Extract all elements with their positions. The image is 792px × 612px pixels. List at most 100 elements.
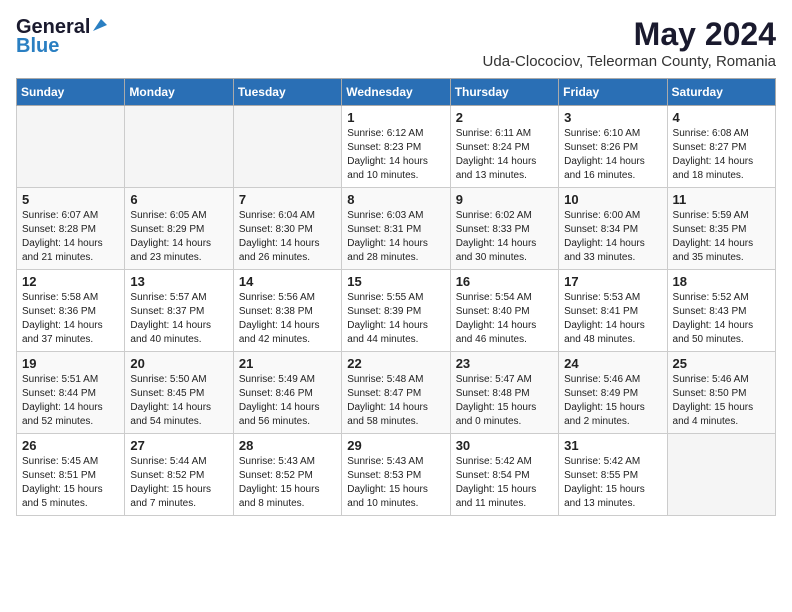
day-cell: 16 Sunrise: 5:54 AMSunset: 8:40 PMDayligh… [450, 270, 558, 352]
day-info: Sunrise: 5:42 AMSunset: 8:55 PMDaylight:… [564, 455, 661, 511]
day-cell: 1 Sunrise: 6:12 AMSunset: 8:23 PMDaylight… [342, 106, 450, 188]
day-number: 5 [22, 192, 119, 207]
week-row-5: 26 Sunrise: 5:45 AMSunset: 8:51 PMDayligh… [17, 434, 776, 516]
month-year: May 2024 [483, 16, 776, 53]
day-header-friday: Friday [559, 79, 667, 106]
day-info: Sunrise: 5:56 AMSunset: 8:38 PMDaylight:… [239, 291, 336, 347]
day-cell [17, 106, 125, 188]
day-info: Sunrise: 5:55 AMSunset: 8:39 PMDaylight:… [347, 291, 444, 347]
day-info: Sunrise: 5:50 AMSunset: 8:45 PMDaylight:… [130, 373, 227, 429]
location: Uda-Clocociov, Teleorman County, Romania [483, 53, 776, 70]
day-cell: 22 Sunrise: 5:48 AMSunset: 8:47 PMDayligh… [342, 352, 450, 434]
day-info: Sunrise: 5:58 AMSunset: 8:36 PMDaylight:… [22, 291, 119, 347]
day-number: 16 [456, 274, 553, 289]
day-info: Sunrise: 5:46 AMSunset: 8:49 PMDaylight:… [564, 373, 661, 429]
day-info: Sunrise: 6:02 AMSunset: 8:33 PMDaylight:… [456, 209, 553, 265]
day-header-monday: Monday [125, 79, 233, 106]
day-cell: 19Sunrise: 5:51 AMSunset: 8:44 PMDayligh… [17, 352, 125, 434]
day-info: Sunrise: 5:57 AMSunset: 8:37 PMDaylight:… [130, 291, 227, 347]
day-info: Sunrise: 5:59 AMSunset: 8:35 PMDaylight:… [673, 209, 770, 265]
day-cell [233, 106, 341, 188]
day-cell: 11 Sunrise: 5:59 AMSunset: 8:35 PMDayligh… [667, 188, 775, 270]
day-number: 22 [347, 356, 444, 371]
day-cell: 10 Sunrise: 6:00 AMSunset: 8:34 PMDayligh… [559, 188, 667, 270]
day-number: 14 [239, 274, 336, 289]
day-number: 8 [347, 192, 444, 207]
day-info: Sunrise: 5:45 AMSunset: 8:51 PMDaylight:… [22, 455, 119, 511]
day-number: 3 [564, 110, 661, 125]
calendar-body: 1 Sunrise: 6:12 AMSunset: 8:23 PMDaylight… [17, 106, 776, 516]
day-cell: 15 Sunrise: 5:55 AMSunset: 8:39 PMDayligh… [342, 270, 450, 352]
day-cell [667, 434, 775, 516]
day-number: 27 [130, 438, 227, 453]
day-info: Sunrise: 6:07 AMSunset: 8:28 PMDaylight:… [22, 209, 119, 265]
day-number: 12 [22, 274, 119, 289]
day-info: Sunrise: 5:44 AMSunset: 8:52 PMDaylight:… [130, 455, 227, 511]
day-info: Sunrise: 5:46 AMSunset: 8:50 PMDaylight:… [673, 373, 770, 429]
title-block: May 2024 Uda-Clocociov, Teleorman County… [483, 16, 776, 70]
calendar-header-row: SundayMondayTuesdayWednesdayThursdayFrid… [17, 79, 776, 106]
day-number: 1 [347, 110, 444, 125]
day-number: 25 [673, 356, 770, 371]
day-info: Sunrise: 6:08 AMSunset: 8:27 PMDaylight:… [673, 127, 770, 183]
day-number: 28 [239, 438, 336, 453]
day-cell: 31 Sunrise: 5:42 AMSunset: 8:55 PMDayligh… [559, 434, 667, 516]
day-cell: 4 Sunrise: 6:08 AMSunset: 8:27 PMDaylight… [667, 106, 775, 188]
day-number: 26 [22, 438, 119, 453]
day-cell: 6 Sunrise: 6:05 AMSunset: 8:29 PMDaylight… [125, 188, 233, 270]
day-info: Sunrise: 5:52 AMSunset: 8:43 PMDaylight:… [673, 291, 770, 347]
day-number: 9 [456, 192, 553, 207]
day-number: 4 [673, 110, 770, 125]
day-number: 17 [564, 274, 661, 289]
day-number: 24 [564, 356, 661, 371]
logo: General Blue [16, 16, 109, 58]
day-cell: 12 Sunrise: 5:58 AMSunset: 8:36 PMDayligh… [17, 270, 125, 352]
day-cell: 28 Sunrise: 5:43 AMSunset: 8:52 PMDayligh… [233, 434, 341, 516]
day-info: Sunrise: 5:49 AMSunset: 8:46 PMDaylight:… [239, 373, 336, 429]
day-number: 19 [22, 356, 119, 371]
day-cell: 5 Sunrise: 6:07 AMSunset: 8:28 PMDaylight… [17, 188, 125, 270]
day-info: Sunrise: 5:43 AMSunset: 8:52 PMDaylight:… [239, 455, 336, 511]
day-number: 6 [130, 192, 227, 207]
calendar-table: SundayMondayTuesdayWednesdayThursdayFrid… [16, 78, 776, 516]
day-info: Sunrise: 6:10 AMSunset: 8:26 PMDaylight:… [564, 127, 661, 183]
day-info: Sunrise: 5:43 AMSunset: 8:53 PMDaylight:… [347, 455, 444, 511]
day-cell: 2Sunrise: 6:11 AMSunset: 8:24 PMDaylight… [450, 106, 558, 188]
day-number: 31 [564, 438, 661, 453]
day-number: 18 [673, 274, 770, 289]
day-cell: 17 Sunrise: 5:53 AMSunset: 8:41 PMDayligh… [559, 270, 667, 352]
day-cell: 27 Sunrise: 5:44 AMSunset: 8:52 PMDayligh… [125, 434, 233, 516]
day-header-thursday: Thursday [450, 79, 558, 106]
day-number: 13 [130, 274, 227, 289]
day-number: 11 [673, 192, 770, 207]
day-number: 23 [456, 356, 553, 371]
day-cell: 8 Sunrise: 6:03 AMSunset: 8:31 PMDaylight… [342, 188, 450, 270]
day-cell: 7Sunrise: 6:04 AMSunset: 8:30 PMDaylight… [233, 188, 341, 270]
week-row-4: 19Sunrise: 5:51 AMSunset: 8:44 PMDayligh… [17, 352, 776, 434]
day-header-saturday: Saturday [667, 79, 775, 106]
day-info: Sunrise: 6:12 AMSunset: 8:23 PMDaylight:… [347, 127, 444, 183]
day-cell: 21 Sunrise: 5:49 AMSunset: 8:46 PMDayligh… [233, 352, 341, 434]
day-info: Sunrise: 5:48 AMSunset: 8:47 PMDaylight:… [347, 373, 444, 429]
day-header-wednesday: Wednesday [342, 79, 450, 106]
day-cell: 24 Sunrise: 5:46 AMSunset: 8:49 PMDayligh… [559, 352, 667, 434]
day-number: 7 [239, 192, 336, 207]
day-info: Sunrise: 5:54 AMSunset: 8:40 PMDaylight:… [456, 291, 553, 347]
week-row-2: 5 Sunrise: 6:07 AMSunset: 8:28 PMDaylight… [17, 188, 776, 270]
day-cell: 25 Sunrise: 5:46 AMSunset: 8:50 PMDayligh… [667, 352, 775, 434]
day-info: Sunrise: 5:47 AMSunset: 8:48 PMDaylight:… [456, 373, 553, 429]
day-info: Sunrise: 6:05 AMSunset: 8:29 PMDaylight:… [130, 209, 227, 265]
week-row-3: 12 Sunrise: 5:58 AMSunset: 8:36 PMDayligh… [17, 270, 776, 352]
day-cell: 3 Sunrise: 6:10 AMSunset: 8:26 PMDaylight… [559, 106, 667, 188]
day-info: Sunrise: 6:03 AMSunset: 8:31 PMDaylight:… [347, 209, 444, 265]
day-header-sunday: Sunday [17, 79, 125, 106]
day-cell: 13 Sunrise: 5:57 AMSunset: 8:37 PMDayligh… [125, 270, 233, 352]
day-info: Sunrise: 5:42 AMSunset: 8:54 PMDaylight:… [456, 455, 553, 511]
day-info: Sunrise: 5:53 AMSunset: 8:41 PMDaylight:… [564, 291, 661, 347]
day-cell: 23 Sunrise: 5:47 AMSunset: 8:48 PMDayligh… [450, 352, 558, 434]
day-number: 15 [347, 274, 444, 289]
day-cell [125, 106, 233, 188]
day-info: Sunrise: 6:00 AMSunset: 8:34 PMDaylight:… [564, 209, 661, 265]
day-number: 21 [239, 356, 336, 371]
day-number: 10 [564, 192, 661, 207]
